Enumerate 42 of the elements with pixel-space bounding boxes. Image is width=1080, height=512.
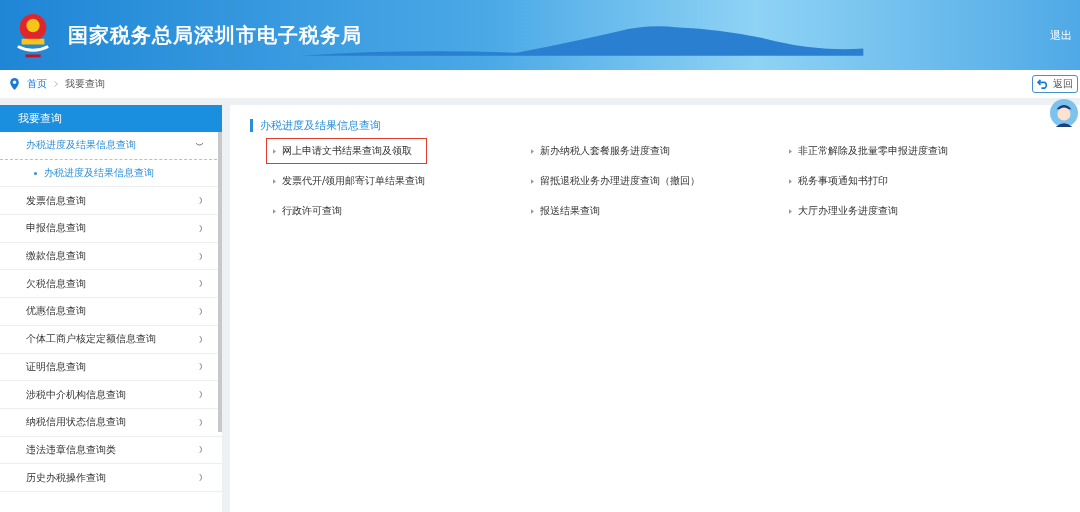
chevron-down-icon bbox=[195, 142, 204, 149]
scrollbar[interactable] bbox=[218, 132, 222, 432]
location-pin-icon bbox=[10, 78, 19, 90]
triangle-bullet-icon bbox=[789, 148, 792, 154]
triangle-bullet-icon bbox=[531, 208, 534, 214]
query-link[interactable]: 大厅办理业务进度查询 bbox=[782, 198, 905, 224]
chevron-right-icon bbox=[199, 334, 204, 344]
site-title: 国家税务总局深圳市电子税务局 bbox=[68, 21, 362, 49]
query-link[interactable]: 非正常解除及批量零申报进度查询 bbox=[782, 138, 955, 164]
triangle-bullet-icon bbox=[789, 178, 792, 184]
breadcrumb-item[interactable]: 首页 bbox=[27, 77, 47, 91]
back-button[interactable]: 返回 bbox=[1032, 75, 1078, 93]
triangle-bullet-icon bbox=[273, 208, 276, 214]
query-link[interactable]: 发票代开/领用邮寄订单结果查询 bbox=[266, 168, 433, 194]
breadcrumb-item[interactable]: 我要查询 bbox=[65, 77, 105, 91]
chevron-right-icon bbox=[199, 362, 204, 372]
chevron-right-icon bbox=[199, 251, 204, 261]
chevron-right-icon bbox=[199, 445, 204, 455]
triangle-bullet-icon bbox=[273, 178, 276, 184]
triangle-bullet-icon bbox=[531, 148, 534, 154]
return-arrow-icon bbox=[1037, 79, 1049, 89]
chevron-right-icon bbox=[199, 473, 204, 483]
chevron-right-icon bbox=[199, 279, 204, 289]
query-link[interactable]: 税务事项通知书打印 bbox=[782, 168, 895, 194]
triangle-bullet-icon bbox=[531, 178, 534, 184]
query-link[interactable]: 新办纳税人套餐服务进度查询 bbox=[524, 138, 677, 164]
query-link[interactable]: 行政许可查询 bbox=[266, 198, 349, 224]
chevron-right-icon bbox=[199, 417, 204, 427]
triangle-bullet-icon bbox=[789, 208, 792, 214]
query-link[interactable]: 网上申请文书结果查询及领取 bbox=[266, 138, 427, 164]
triangle-bullet-icon bbox=[273, 148, 276, 154]
chevron-right-icon bbox=[54, 81, 58, 87]
chevron-right-icon bbox=[199, 196, 204, 206]
sidebar-title: 我要查询 bbox=[0, 105, 222, 132]
assistant-avatar-icon[interactable] bbox=[1050, 99, 1078, 127]
query-link[interactable]: 报送结果查询 bbox=[524, 198, 607, 224]
chevron-right-icon bbox=[199, 223, 204, 233]
bullet-icon bbox=[34, 171, 37, 175]
chevron-right-icon bbox=[199, 390, 204, 400]
chevron-right-icon bbox=[199, 306, 204, 316]
query-link[interactable]: 留抵退税业务办理进度查询（撤回） bbox=[524, 168, 707, 194]
subitem-label: 办税进度及结果信息查询 bbox=[44, 166, 154, 181]
